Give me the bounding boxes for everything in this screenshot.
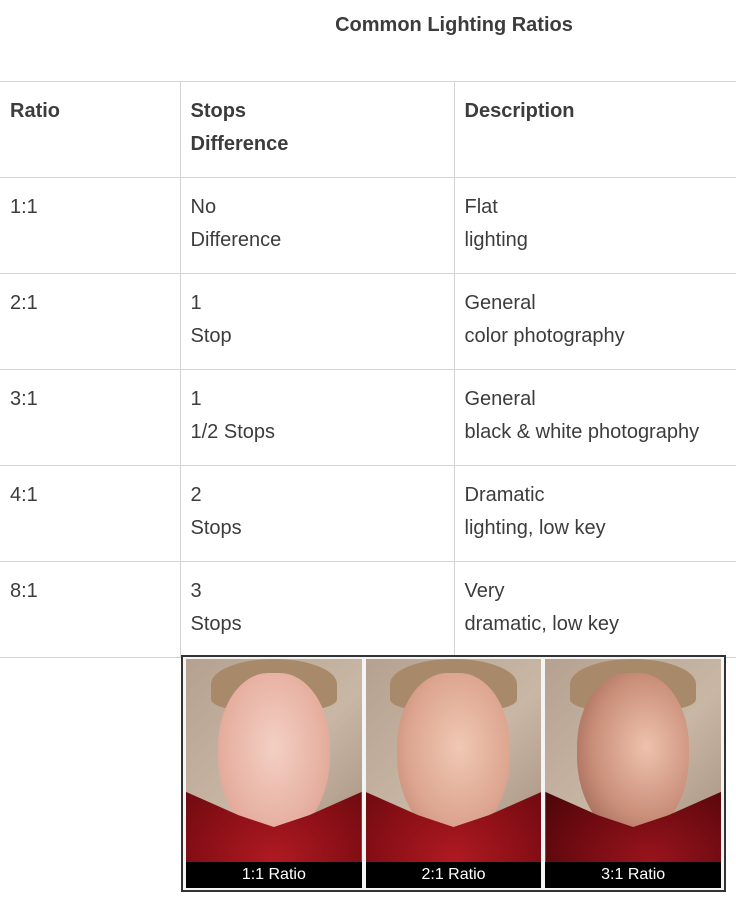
cell-ratio: 3:1 (0, 369, 181, 466)
cell-description: Flat lighting (453, 177, 736, 274)
table-row: 8:1 3 Stops Very dramatic, low key (0, 561, 736, 658)
photo-caption: 3:1 Ratio (545, 862, 722, 888)
table-row: 2:1 1 Stop General color photography (0, 273, 736, 370)
cell-stops: No Difference (179, 177, 455, 274)
cell-stops: 1 1/2 Stops (179, 369, 455, 466)
lighting-ratios-table: Ratio Stops Difference Description 1:1 No… (0, 81, 736, 658)
cell-ratio: 2:1 (0, 273, 181, 370)
cell-ratio: 4:1 (0, 465, 181, 562)
photo-caption: 1:1 Ratio (186, 862, 362, 888)
cell-ratio: 1:1 (0, 177, 181, 274)
cell-stops: 2 Stops (179, 465, 455, 562)
table-row: 3:1 1 1/2 Stops General black & white phot… (0, 369, 736, 466)
cell-description: General black & white photography (453, 369, 736, 466)
photo-caption: 2:1 Ratio (365, 862, 542, 888)
portrait-photo: 1:1 Ratio (186, 659, 362, 888)
table-row: 1:1 No Difference Flat lighting (0, 177, 736, 274)
cell-description: Very dramatic, low key (453, 561, 736, 658)
header-description: Description (453, 81, 736, 178)
cell-stops: 1 Stop (179, 273, 455, 370)
header-ratio: Ratio (0, 81, 181, 178)
portrait-photo: 2:1 Ratio (365, 659, 542, 888)
cell-description: Dramatic lighting, low key (453, 465, 736, 562)
cell-ratio: 8:1 (0, 561, 181, 658)
cell-stops: 3 Stops (179, 561, 455, 658)
cell-description: General color photography (453, 273, 736, 370)
header-stops: Stops Difference (179, 81, 455, 178)
portrait-photo: 3:1 Ratio (545, 659, 722, 888)
lighting-ratio-comparison-image: 1:1 Ratio 2:1 Ratio 3:1 Ratio (181, 655, 726, 892)
table-header-row: Ratio Stops Difference Description (0, 81, 736, 178)
table-row: 4:1 2 Stops Dramatic lighting, low key (0, 465, 736, 562)
page-title: Common Lighting Ratios (335, 14, 573, 36)
